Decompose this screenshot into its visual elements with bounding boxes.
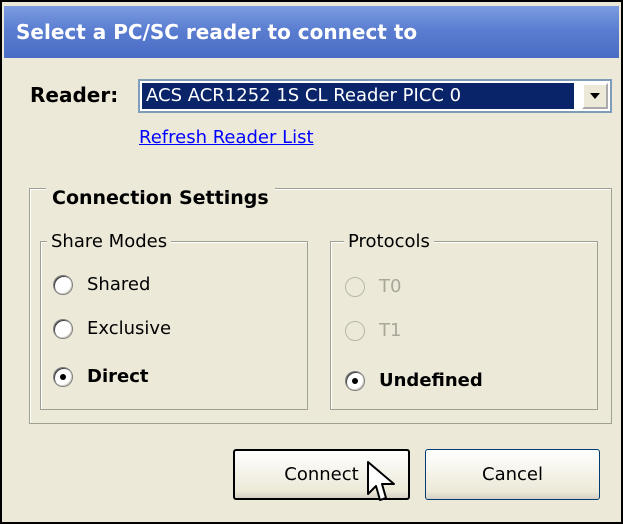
mouse-pointer-icon: [367, 461, 395, 501]
radio-t1-indicator: [345, 320, 365, 341]
connection-settings-legend: Connection Settings: [46, 187, 275, 209]
radio-direct-indicator[interactable]: [53, 366, 73, 387]
radio-t0-label: T0: [379, 276, 402, 297]
radio-shared-label: Shared: [87, 274, 151, 295]
share-modes-legend: Share Modes: [47, 231, 172, 252]
dialog-title: Select a PC/SC reader to connect to: [4, 6, 619, 58]
cancel-button[interactable]: Cancel: [425, 449, 600, 500]
radio-undefined[interactable]: Undefined: [345, 370, 483, 391]
radio-t0: T0: [345, 276, 401, 297]
radio-exclusive-label: Exclusive: [87, 318, 172, 339]
reader-select-value[interactable]: ACS ACR1252 1S CL Reader PICC 0: [142, 83, 574, 109]
radio-direct-label: Direct: [87, 366, 149, 387]
radio-t0-indicator: [345, 276, 365, 297]
radio-undefined-label: Undefined: [379, 370, 483, 391]
reader-select[interactable]: ACS ACR1252 1S CL Reader PICC 0: [138, 79, 612, 113]
radio-exclusive[interactable]: Exclusive: [53, 318, 171, 339]
refresh-reader-list-link[interactable]: Refresh Reader List: [139, 127, 314, 148]
radio-direct[interactable]: Direct: [53, 366, 148, 387]
dropdown-button[interactable]: [582, 83, 608, 109]
radio-t1-label: T1: [379, 320, 402, 341]
radio-shared[interactable]: Shared: [53, 274, 150, 295]
radio-undefined-indicator[interactable]: [345, 370, 365, 391]
radio-shared-indicator[interactable]: [53, 274, 73, 295]
radio-exclusive-indicator[interactable]: [53, 318, 73, 339]
protocols-legend: Protocols: [344, 231, 434, 252]
radio-t1: T1: [345, 320, 401, 341]
chevron-down-icon: [590, 93, 600, 99]
reader-label: Reader:: [30, 83, 119, 107]
